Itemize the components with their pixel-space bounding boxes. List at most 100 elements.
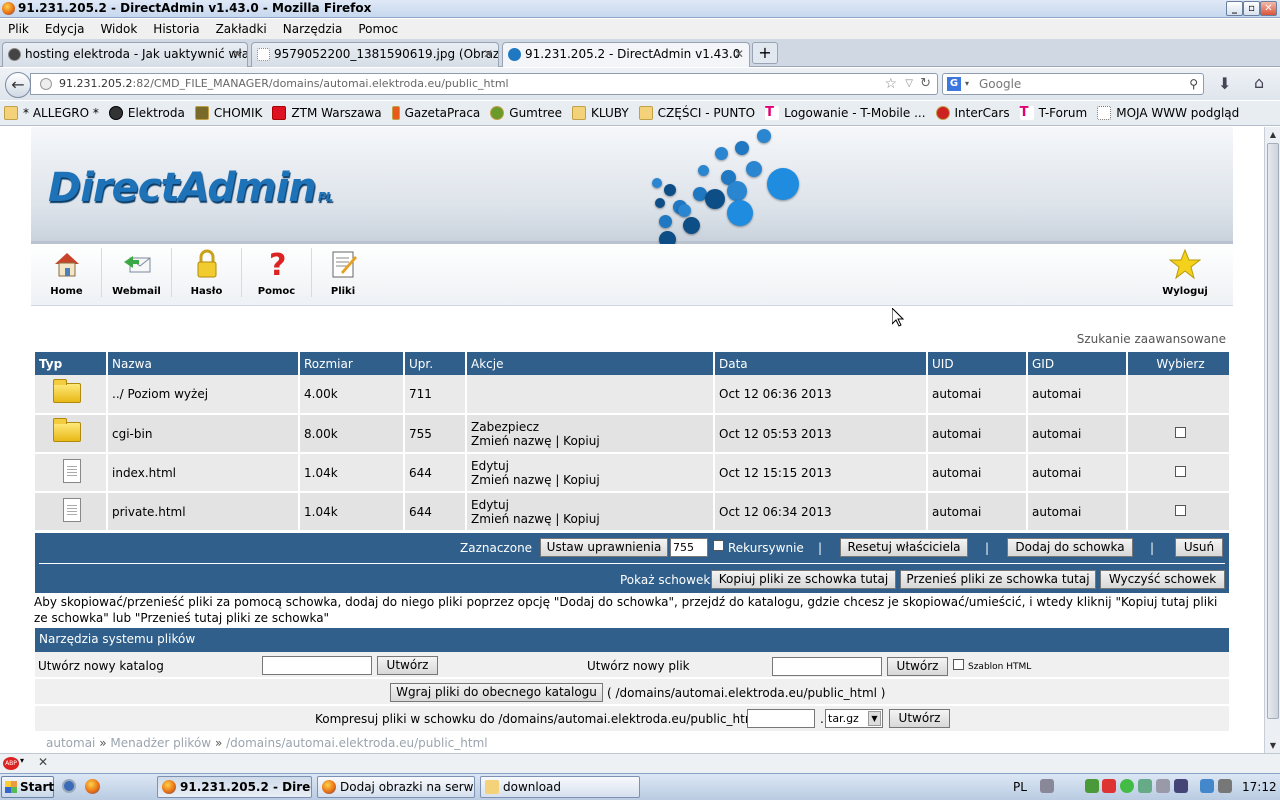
minimize-button[interactable]: _ — [1226, 1, 1243, 16]
col-upr[interactable]: Upr. — [404, 352, 467, 375]
perm-cell[interactable]: 644 — [404, 492, 467, 532]
close-tab-icon[interactable]: ✕ — [232, 43, 242, 66]
bookmark-t-mobile[interactable]: T Logowanie - T-Mobile ... — [765, 106, 926, 120]
maximize-button[interactable]: ▫ — [1243, 1, 1260, 16]
bookmark-allegro[interactable]: * ALLEGRO * — [4, 106, 99, 120]
name-cell[interactable]: cgi-bin — [107, 414, 300, 454]
action-edit-link[interactable]: Edytuj — [471, 459, 713, 473]
upload-files-button[interactable]: Wgraj pliki do obecnego katalogu — [390, 683, 603, 702]
volume-icon[interactable] — [1218, 779, 1232, 793]
new-tab-button[interactable]: + — [752, 42, 778, 64]
taskbar-item-directadmin[interactable]: 91.231.205.2 - Direct... — [157, 776, 312, 798]
menu-zakladki[interactable]: Zakładki — [208, 22, 275, 36]
tray-icon[interactable] — [1102, 779, 1116, 793]
show-clipboard-link[interactable]: Pokaż schowek — [620, 573, 710, 587]
delete-button[interactable]: Usuń — [1175, 538, 1223, 557]
select-checkbox[interactable] — [1175, 465, 1186, 477]
name-cell[interactable]: private.html — [107, 492, 300, 532]
tab-directadmin[interactable]: 91.231.205.2 - DirectAdmin v1.43.0 ✕ — [502, 42, 750, 67]
adblock-dropdown-icon[interactable]: ▾ — [20, 756, 24, 765]
bookmark-t-forum[interactable]: T T-Forum — [1019, 106, 1087, 120]
perm-cell[interactable]: 644 — [404, 453, 467, 493]
menu-narzedzia[interactable]: Narzędzia — [275, 22, 351, 36]
bookmark-ztm[interactable]: ZTM Warszawa — [272, 106, 382, 120]
clear-clipboard-button[interactable]: Wyczyść schowek — [1100, 570, 1225, 589]
bookmark-elektroda[interactable]: Elektroda — [108, 106, 185, 120]
menu-pomoc[interactable]: Pomoc — [350, 22, 406, 36]
menu-widok[interactable]: Widok — [92, 22, 145, 36]
breadcrumb-path[interactable]: /domains/automai.elektroda.eu/public_htm… — [226, 736, 488, 750]
home-icon[interactable]: ⌂ — [1254, 73, 1264, 92]
new-file-input[interactable] — [772, 657, 882, 676]
bookmark-star-icon[interactable]: ☆ — [884, 74, 897, 94]
menu-plik[interactable]: Plik — [0, 22, 37, 36]
start-button[interactable]: Start — [1, 776, 54, 798]
nav-home[interactable]: Home — [32, 248, 102, 297]
nav-pliki[interactable]: Pliki — [308, 248, 378, 297]
downloads-icon[interactable]: ⬇ — [1218, 74, 1231, 93]
name-cell[interactable]: index.html — [107, 453, 300, 493]
back-button[interactable]: ← — [5, 72, 31, 98]
tab-image[interactable]: 9579052200_1381590619.jpg (Obrazek ... ✕ — [251, 42, 499, 67]
reset-owner-button[interactable]: Resetuj właściciela — [840, 538, 968, 557]
address-bar[interactable]: 91.231.205.2:82/CMD_FILE_MANAGER/domains… — [30, 73, 938, 95]
taskbar-item-dodaj-obrazki[interactable]: Dodaj obrazki na serwer ... — [317, 776, 475, 798]
action-protect-link[interactable]: Zabezpiecz — [471, 420, 713, 434]
recursive-checkbox[interactable] — [713, 540, 724, 551]
nav-webmail[interactable]: Webmail — [102, 248, 172, 297]
col-gid[interactable]: GID — [1027, 352, 1128, 375]
close-addon-bar-icon[interactable]: ✕ — [38, 755, 48, 769]
chevron-down-icon[interactable]: ▼ — [868, 711, 881, 726]
directadmin-logo[interactable]: DirectAdmin PL — [48, 165, 333, 211]
breadcrumb-file-manager[interactable]: Menadżer plików — [110, 736, 211, 750]
close-tab-icon[interactable]: ✕ — [734, 43, 744, 66]
quicklaunch-icon[interactable] — [62, 779, 76, 793]
language-indicator[interactable]: PL — [1013, 780, 1027, 794]
reload-icon[interactable]: ↻ — [920, 74, 931, 94]
antivirus-tray-icon[interactable] — [1085, 779, 1099, 793]
name-cell[interactable]: ../ Poziom wyżej — [107, 375, 300, 415]
tray-icon[interactable] — [1174, 779, 1188, 793]
select-checkbox[interactable] — [1175, 504, 1186, 516]
scroll-up-icon[interactable]: ▲ — [1267, 128, 1279, 141]
adblock-icon[interactable]: ABP — [3, 757, 19, 770]
network-icon[interactable] — [1200, 779, 1214, 793]
keyboard-icon[interactable] — [1040, 779, 1054, 793]
html-template-checkbox[interactable] — [953, 659, 964, 670]
tray-icon[interactable] — [1120, 779, 1134, 793]
advanced-search-link[interactable]: Szukanie zaawansowane — [1077, 332, 1226, 346]
menu-historia[interactable]: Historia — [145, 22, 207, 36]
firefox-quicklaunch-icon[interactable] — [85, 779, 100, 794]
bookmark-czesci-punto[interactable]: CZĘŚCI - PUNTO — [638, 106, 755, 120]
nav-pomoc[interactable]: ? Pomoc — [242, 248, 312, 297]
tray-icon[interactable] — [1156, 779, 1170, 793]
col-data[interactable]: Data — [714, 352, 928, 375]
bookmark-intercars[interactable]: InterCars — [935, 106, 1010, 120]
taskbar-item-download[interactable]: download — [480, 776, 640, 798]
breadcrumb-user[interactable]: automai — [46, 736, 95, 750]
bookmark-kluby[interactable]: KLUBY — [572, 106, 629, 120]
bookmark-gazetapraca[interactable]: GazetaPraca — [391, 106, 480, 120]
menu-edycja[interactable]: Edycja — [37, 22, 93, 36]
nav-wyloguj[interactable]: Wyloguj — [1150, 248, 1220, 297]
permission-input[interactable]: 755 — [670, 538, 708, 557]
close-window-button[interactable]: ✕ — [1260, 1, 1277, 16]
bookmark-chomik[interactable]: CHOMIK — [194, 106, 262, 120]
action-rename-copy-links[interactable]: Zmień nazwę | Kopiuj — [471, 512, 713, 526]
copy-from-clipboard-button[interactable]: Kopiuj pliki ze schowka tutaj — [711, 570, 896, 589]
perm-cell[interactable]: 755 — [404, 414, 467, 454]
select-checkbox[interactable] — [1175, 426, 1186, 438]
tray-icon[interactable] — [1138, 779, 1152, 793]
compress-create-button[interactable]: Utwórz — [889, 709, 950, 728]
nav-haslo[interactable]: Hasło — [172, 248, 242, 297]
create-dir-button[interactable]: Utwórz — [377, 656, 438, 675]
vertical-scrollbar[interactable]: ▲ ▼ — [1264, 127, 1280, 753]
action-rename-copy-links[interactable]: Zmień nazwę | Kopiuj — [471, 473, 713, 487]
scroll-down-icon[interactable]: ▼ — [1267, 739, 1279, 752]
set-permissions-button[interactable]: Ustaw uprawnienia — [540, 538, 668, 557]
archive-name-input[interactable] — [747, 709, 815, 728]
scroll-thumb[interactable] — [1267, 143, 1279, 719]
move-from-clipboard-button[interactable]: Przenieś pliki ze schowka tutaj — [900, 570, 1096, 589]
bookmark-moja-www[interactable]: MOJA WWW podgląd — [1097, 106, 1239, 120]
archive-format-select[interactable]: tar.gz ▼ — [825, 709, 883, 728]
